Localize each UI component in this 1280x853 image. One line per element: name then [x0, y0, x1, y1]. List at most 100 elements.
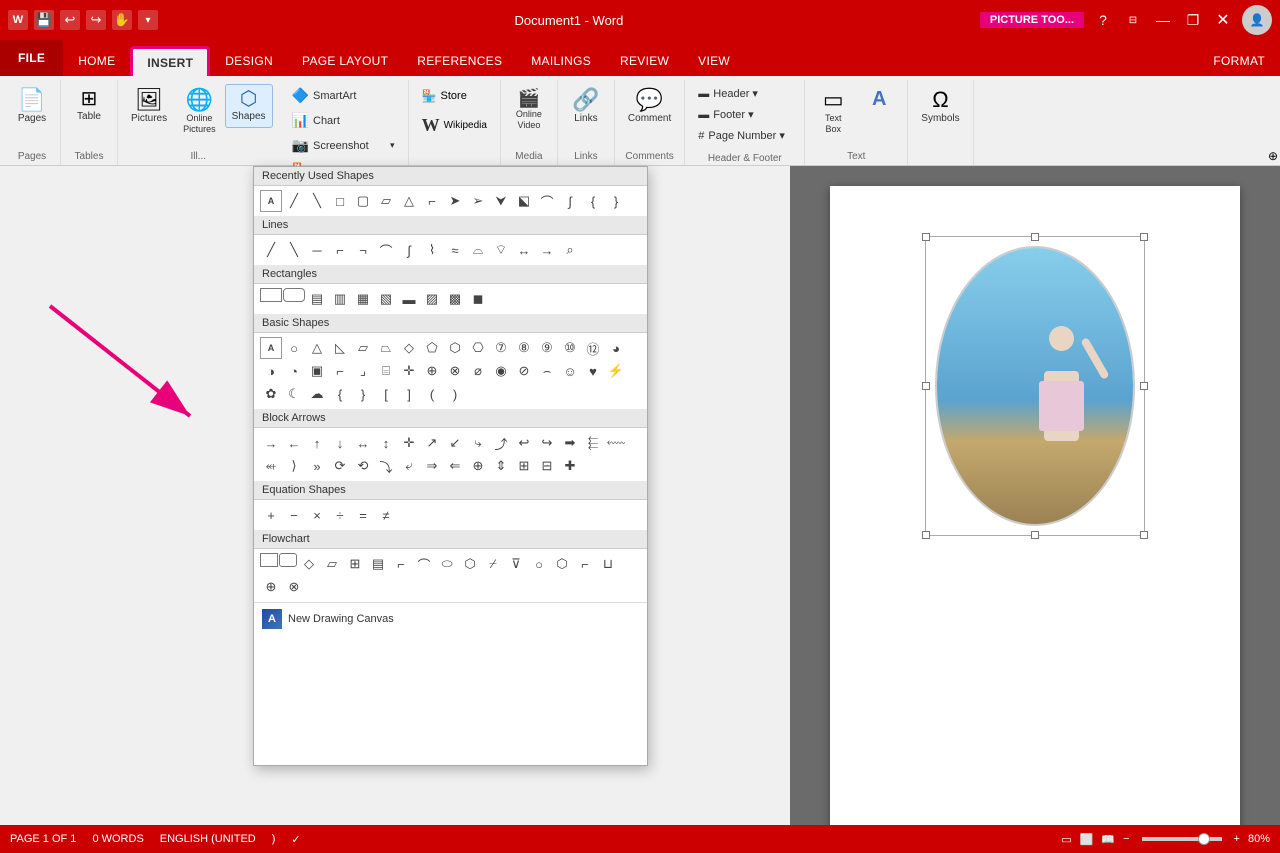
arrow-up[interactable]: ↑: [306, 432, 328, 454]
shape-text-box[interactable]: A: [260, 190, 282, 212]
basic-corner[interactable]: ⌟: [352, 360, 374, 382]
basic-block-arc[interactable]: ⌢: [536, 360, 558, 382]
flow-internal-storage[interactable]: ▤: [367, 553, 389, 575]
pictures-button[interactable]: 🖼 Pictures: [124, 84, 174, 130]
shape-brace-right[interactable]: }: [605, 190, 627, 212]
arrow-diag2[interactable]: ↙: [444, 432, 466, 454]
zoom-in-button[interactable]: +: [1234, 833, 1240, 845]
basic-right-bracket[interactable]: ): [444, 383, 466, 405]
basic-diamond[interactable]: ◇: [398, 337, 420, 359]
arrow-diag1[interactable]: ↗: [421, 432, 443, 454]
basic-diagonal[interactable]: ⌸: [375, 360, 397, 382]
shapes-button[interactable]: ⬡ Shapes: [225, 84, 273, 128]
redo-icon[interactable]: ↪: [86, 10, 106, 30]
arrow-bent-right[interactable]: ⤷: [467, 432, 489, 454]
zoom-slider[interactable]: [1142, 837, 1222, 841]
basic-cube[interactable]: ⊗: [444, 360, 466, 382]
shape-arrow-down[interactable]: ⮟: [490, 190, 512, 212]
page-number-button[interactable]: # Page Number ▾: [691, 126, 798, 145]
basic-oval[interactable]: ○: [283, 337, 305, 359]
flow-or[interactable]: ⊗: [283, 576, 305, 598]
zoom-out-button[interactable]: −: [1123, 833, 1129, 845]
basic-parallelogram[interactable]: ▱: [352, 337, 374, 359]
eq-minus[interactable]: −: [283, 504, 305, 526]
flow-multidoc[interactable]: ⌒: [413, 553, 435, 575]
arrow-circular-left[interactable]: ⟲: [352, 455, 374, 477]
shape-brace-left[interactable]: {: [582, 190, 604, 212]
line-elbow2[interactable]: ¬: [352, 239, 374, 261]
basic-chord[interactable]: ◑: [260, 360, 282, 382]
new-drawing-canvas-button[interactable]: A New Drawing Canvas: [254, 602, 647, 635]
line-straight2[interactable]: ╲: [283, 239, 305, 261]
basic-teardrop[interactable]: ◔: [283, 360, 305, 382]
basic-half-frame[interactable]: ⌐: [329, 360, 351, 382]
shape-line-1[interactable]: ╱: [283, 190, 305, 212]
flow-terminator[interactable]: ⬭: [436, 553, 458, 575]
online-pictures-button[interactable]: 🌐 OnlinePictures: [176, 84, 223, 140]
basic-bracket-left[interactable]: [: [375, 383, 397, 405]
flow-document[interactable]: ⌐: [390, 553, 412, 575]
basic-7[interactable]: ⑦: [490, 337, 512, 359]
basic-brace-left[interactable]: {: [329, 383, 351, 405]
arrow-lr[interactable]: ↔: [352, 432, 374, 454]
handle-bl[interactable]: [922, 531, 930, 539]
line-curved-2[interactable]: ∫: [398, 239, 420, 261]
line-horizontal[interactable]: ─: [306, 239, 328, 261]
comment-button[interactable]: 💬 Comment: [621, 84, 678, 130]
arrow-stacked-down[interactable]: ⊟: [536, 455, 558, 477]
line-arrow[interactable]: →: [536, 239, 558, 261]
tab-file[interactable]: FILE: [0, 40, 63, 76]
tab-format[interactable]: FORMAT: [1199, 46, 1279, 76]
tab-insert[interactable]: INSERT: [130, 46, 210, 76]
basic-plus[interactable]: ✛: [398, 360, 420, 382]
arrow-pentagon[interactable]: ⬴: [260, 455, 282, 477]
more-icon[interactable]: ▾: [138, 10, 158, 30]
rect-wide[interactable]: ▬: [398, 288, 420, 310]
tab-design[interactable]: DESIGN: [211, 46, 287, 76]
rect-frame[interactable]: ▦: [352, 288, 374, 310]
arrow-curving-up[interactable]: ⤶: [398, 455, 420, 477]
flow-connector[interactable]: ○: [528, 553, 550, 575]
rect-snip1[interactable]: ▤: [306, 288, 328, 310]
rect-snip2[interactable]: ▥: [329, 288, 351, 310]
basic-heart[interactable]: ♥: [582, 360, 604, 382]
minimize-button[interactable]: —: [1152, 9, 1174, 31]
eq-plus[interactable]: +: [260, 504, 282, 526]
basic-12[interactable]: ⑫: [582, 337, 604, 359]
handle-tr[interactable]: [1140, 233, 1148, 241]
shape-callout[interactable]: ⬕: [513, 190, 535, 212]
rect-plain[interactable]: [260, 288, 282, 302]
store-button[interactable]: 🏪 Store: [415, 84, 485, 108]
text-box-button[interactable]: ▭ TextBox: [811, 84, 855, 140]
shape-arrow-right[interactable]: ➤: [444, 190, 466, 212]
arrow-chevron-double[interactable]: »: [306, 455, 328, 477]
close-button[interactable]: ✕: [1212, 9, 1234, 31]
basic-cloud[interactable]: ☁: [306, 383, 328, 405]
basic-heptagon[interactable]: ⎔: [467, 337, 489, 359]
shape-rect[interactable]: □: [329, 190, 351, 212]
arrow-stacked-up[interactable]: ⊞: [513, 455, 535, 477]
arrow-quad[interactable]: ✛: [398, 432, 420, 454]
flow-decision[interactable]: ◇: [298, 553, 320, 575]
basic-8[interactable]: ⑧: [513, 337, 535, 359]
flow-summing[interactable]: ⊕: [260, 576, 282, 598]
line-elbow-arrow[interactable]: ⌕: [559, 239, 581, 261]
smartart-button[interactable]: 🔷 SmartArt: [285, 84, 402, 107]
header-button[interactable]: ▬ Header ▾: [691, 84, 798, 103]
arrow-down[interactable]: ↓: [329, 432, 351, 454]
arrow-bent-up[interactable]: ⤴: [490, 432, 512, 454]
touch-icon[interactable]: ✋: [112, 10, 132, 30]
basic-pentagon[interactable]: ⬠: [421, 337, 443, 359]
handle-ml[interactable]: [922, 382, 930, 390]
basic-text[interactable]: A: [260, 337, 282, 359]
line-arc[interactable]: ⌓: [467, 239, 489, 261]
line-zigzag[interactable]: ⌔: [490, 239, 512, 261]
arrow-split[interactable]: ⇐: [444, 455, 466, 477]
arrow-right[interactable]: →: [260, 432, 282, 454]
shape-line-2[interactable]: ╲: [306, 190, 328, 212]
flow-alt-process[interactable]: [279, 553, 297, 567]
pages-button[interactable]: 📄 Pages: [10, 84, 54, 130]
arrow-circular-right[interactable]: ⟳: [329, 455, 351, 477]
eq-equals[interactable]: =: [352, 504, 374, 526]
flow-predefined[interactable]: ⊞: [344, 553, 366, 575]
